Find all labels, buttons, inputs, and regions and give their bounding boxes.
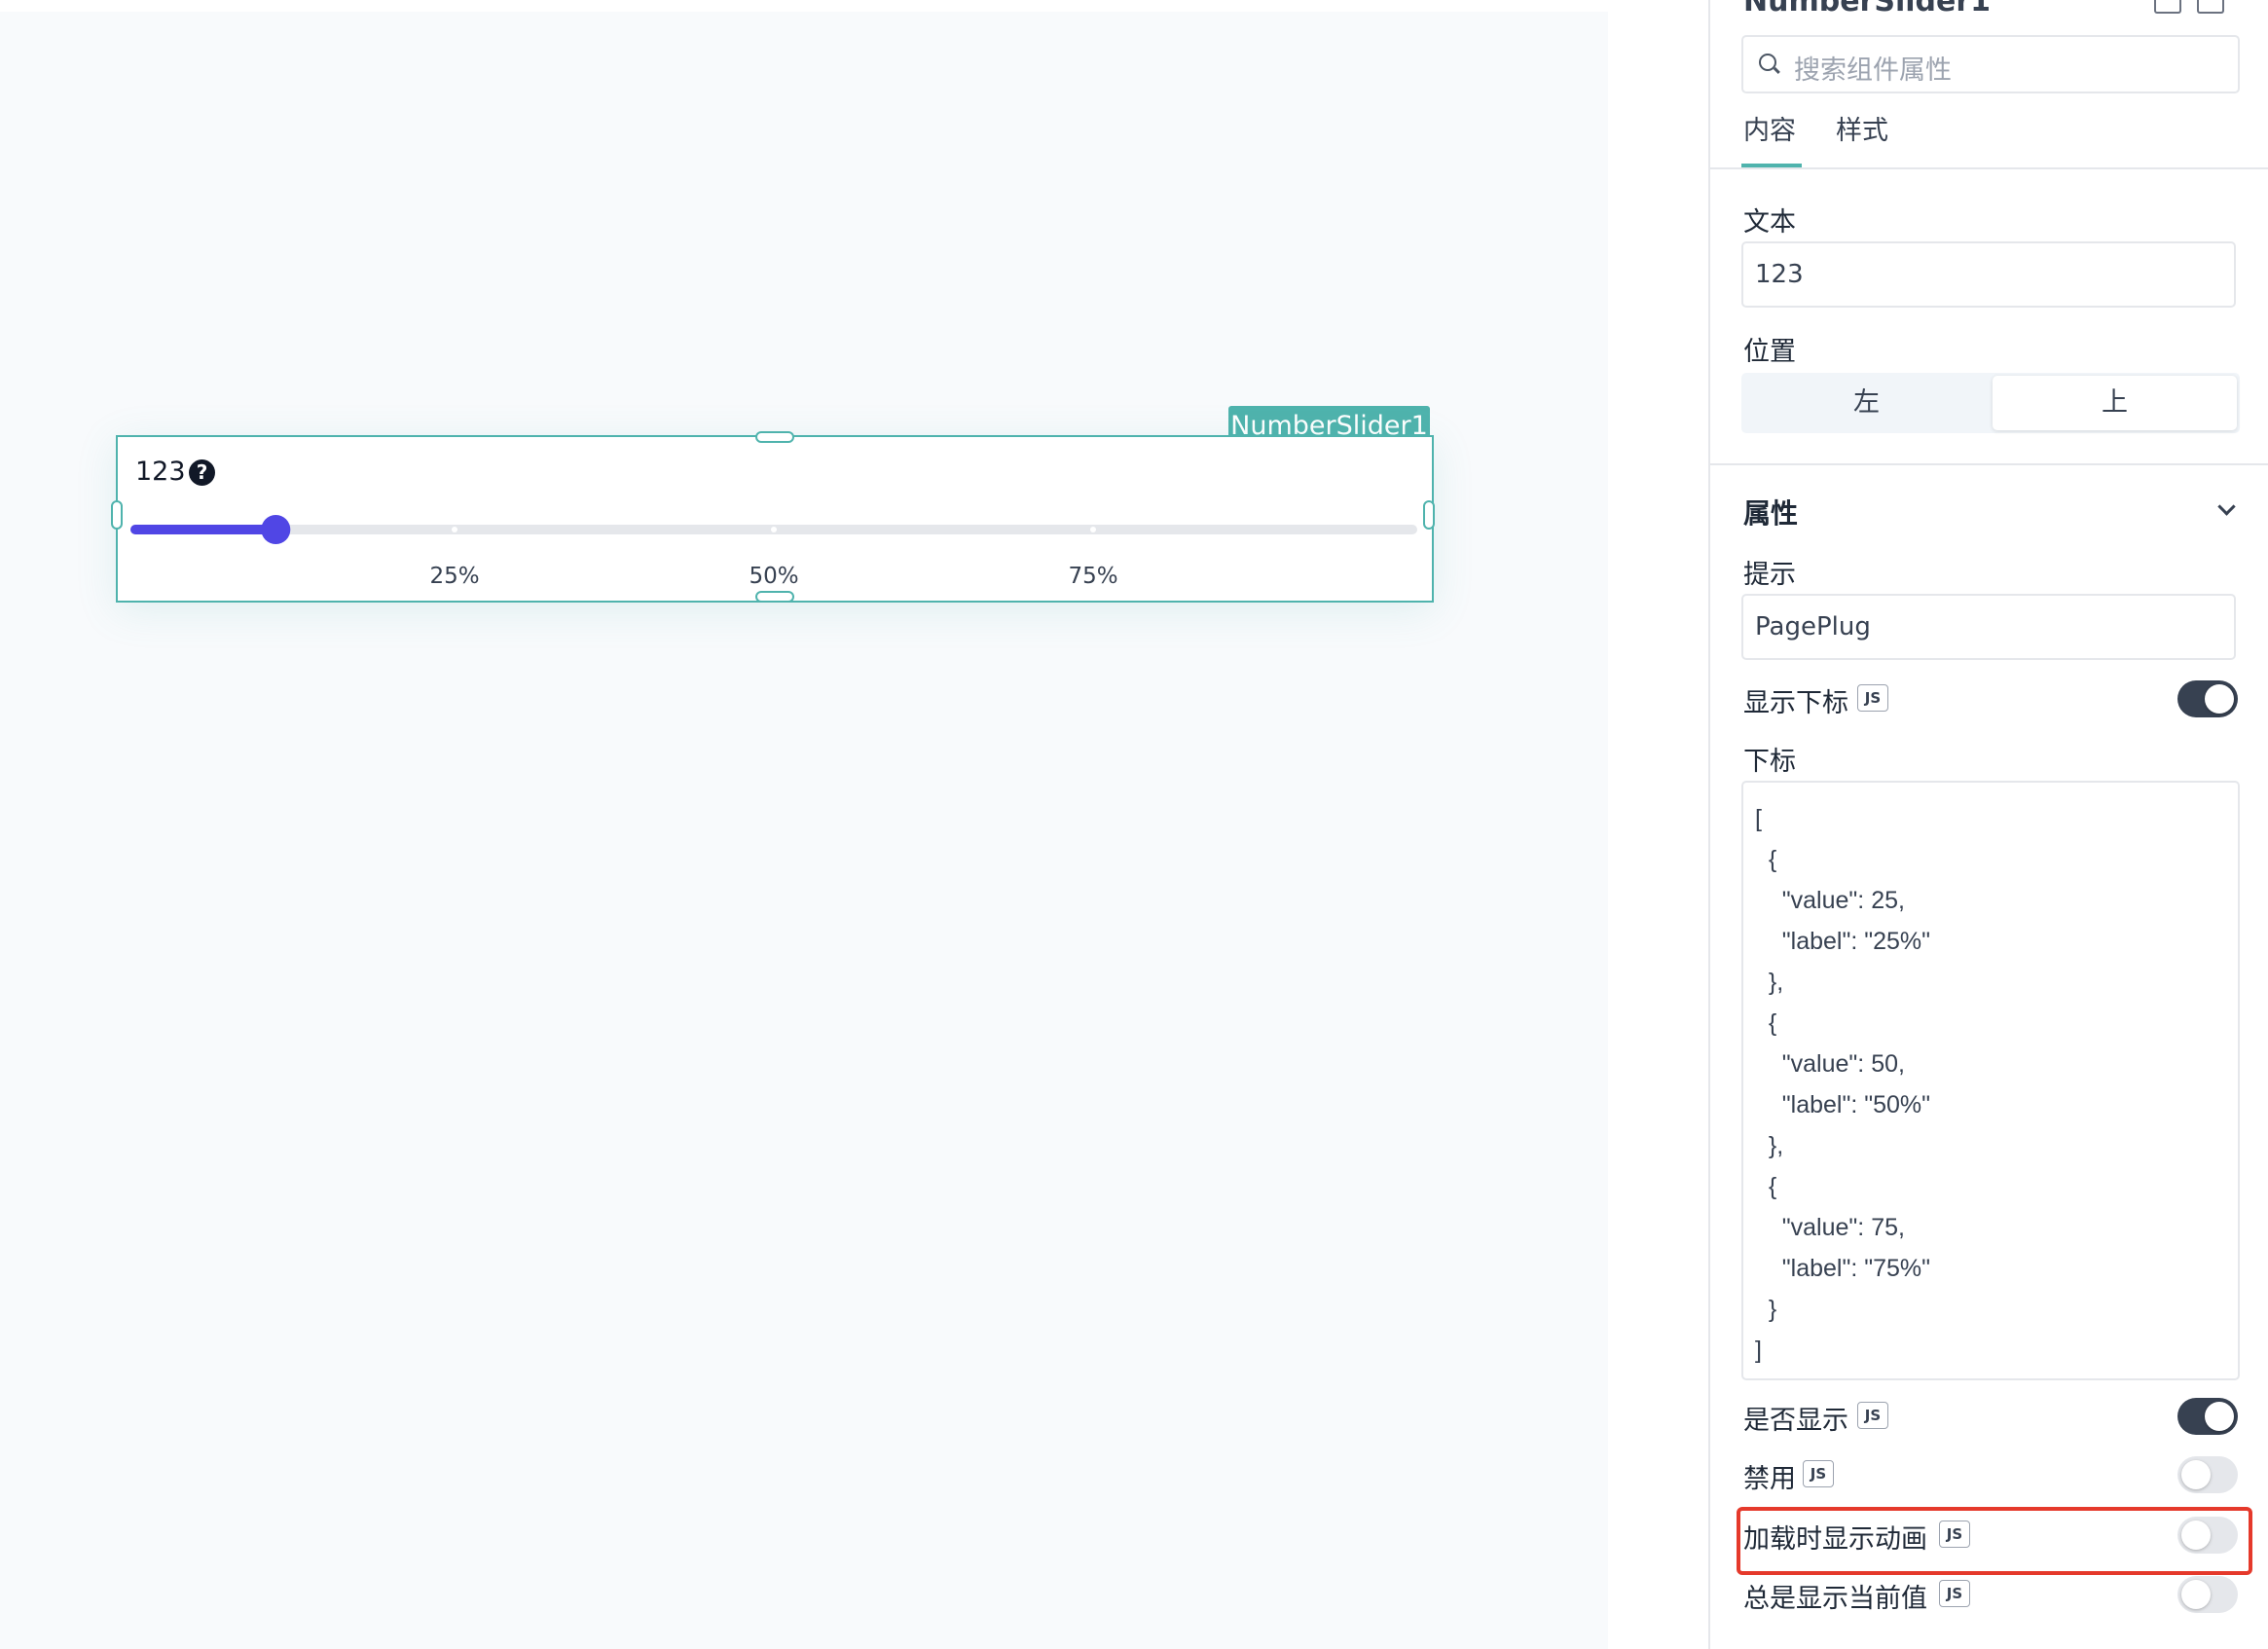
position-left-option[interactable]: 左 (1744, 376, 1989, 430)
position-top-option[interactable]: 上 (1993, 376, 2237, 430)
js-toggle-disabled[interactable]: JS (1803, 1460, 1834, 1487)
search-placeholder: 搜索组件属性 (1794, 55, 1952, 86)
slider-mark-label: 25% (429, 564, 480, 589)
search-input[interactable]: 搜索组件属性 (1741, 35, 2240, 93)
js-toggle-show-marks[interactable]: JS (1857, 684, 1888, 712)
text-input[interactable]: 123 (1741, 241, 2236, 308)
js-toggle-animate[interactable]: JS (1939, 1521, 1970, 1548)
divider (1710, 463, 2268, 465)
tooltip-input[interactable]: PagePlug (1741, 594, 2236, 660)
slider-mark-label: 50% (749, 564, 799, 589)
resize-handle-bottom[interactable] (755, 591, 794, 603)
tooltip-label: 提示 (1743, 560, 1796, 590)
tab-content[interactable]: 内容 (1743, 109, 1796, 147)
marks-label: 下标 (1743, 747, 1796, 777)
property-panel: NumberSlider1 搜索组件属性 内容 样式 文本 123 位置 左 上… (1708, 0, 2268, 1649)
show-marks-toggle[interactable] (2177, 680, 2238, 717)
editor-canvas[interactable]: NumberSlider1 123 ? 25% 50% 75% (0, 12, 1608, 1649)
disabled-label: 禁用 (1743, 1464, 1796, 1494)
visible-label: 是否显示 (1743, 1406, 1848, 1436)
resize-handle-top[interactable] (755, 431, 794, 443)
resize-handle-left[interactable] (111, 500, 123, 530)
show-marks-label: 显示下标 (1743, 688, 1848, 718)
slider-thumb[interactable] (261, 515, 291, 544)
js-toggle-always-show-value[interactable]: JS (1939, 1580, 1970, 1607)
js-toggle-visible[interactable]: JS (1857, 1402, 1888, 1429)
animate-label: 加载时显示动画 (1743, 1524, 1927, 1555)
slider-mark-dot (771, 527, 777, 532)
visible-toggle[interactable] (2177, 1398, 2238, 1435)
delete-icon[interactable] (2197, 0, 2224, 14)
slider-mark-dot (452, 527, 457, 532)
number-slider-widget[interactable]: 123 ? 25% 50% 75% (116, 435, 1434, 603)
chevron-down-icon[interactable] (2217, 497, 2236, 516)
panel-title: NumberSlider1 (1743, 0, 1992, 18)
text-field-label: 文本 (1743, 207, 1796, 238)
divider (1710, 167, 2268, 169)
search-icon (1759, 54, 1776, 71)
position-label: 位置 (1743, 337, 1796, 367)
marks-code-editor[interactable]: [ { "value": 25, "label": "25%" }, { "va… (1741, 781, 2240, 1380)
slider-mark-dot (1090, 527, 1096, 532)
always-show-value-toggle[interactable] (2177, 1576, 2238, 1613)
section-title-properties[interactable]: 属性 (1743, 493, 1798, 531)
disabled-toggle[interactable] (2177, 1456, 2238, 1493)
slider-mark-label: 75% (1068, 564, 1118, 589)
tab-style[interactable]: 样式 (1836, 109, 1888, 147)
animate-toggle[interactable] (2177, 1517, 2238, 1554)
resize-handle-right[interactable] (1423, 500, 1435, 530)
copy-icon[interactable] (2154, 0, 2181, 14)
always-show-value-label: 总是显示当前值 (1743, 1584, 1927, 1614)
position-selector: 左 上 (1741, 373, 2240, 433)
